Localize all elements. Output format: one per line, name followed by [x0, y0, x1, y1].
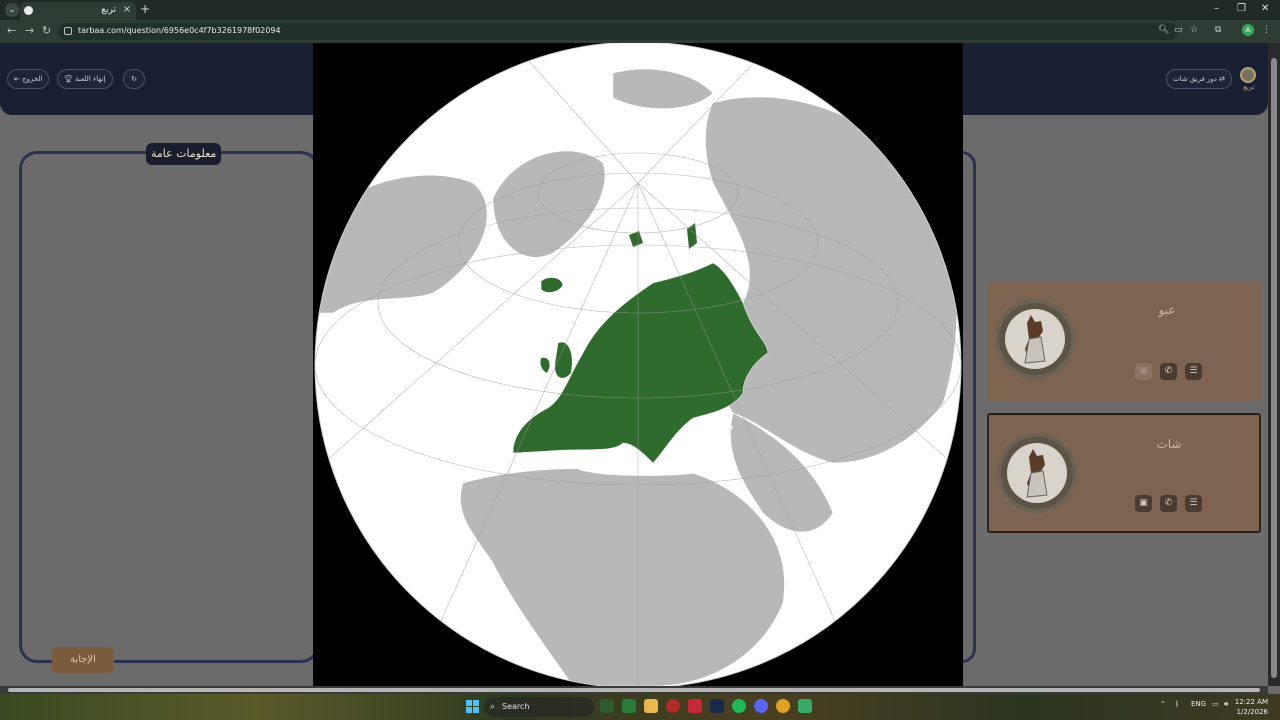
xbox-app-icon[interactable] — [622, 699, 636, 713]
tab-search-button[interactable]: ⌄ — [5, 3, 19, 17]
active-app-icon[interactable] — [798, 699, 812, 713]
opera-app-icon[interactable] — [666, 699, 680, 713]
exit-icon: ⇤ — [14, 75, 23, 83]
url-text: tarbaa.com/question/6956e0c4f7b3261978f0… — [78, 26, 281, 35]
phone-icon[interactable]: ✆ — [1160, 495, 1177, 512]
profile-avatar[interactable]: A — [1242, 24, 1254, 36]
search-label: Search — [502, 702, 530, 711]
bookmark-star-icon[interactable]: ☆ — [1190, 25, 1198, 35]
taskbar-search[interactable]: ⌕ Search — [484, 697, 594, 717]
clock-date: 1/2/2026 — [1236, 708, 1268, 716]
exit-label: الخروج — [22, 75, 43, 83]
horse-avatar-icon — [1007, 443, 1067, 503]
player-name: شات — [1156, 437, 1182, 451]
player-card: عبو ▣ ✆ ☰ — [987, 281, 1261, 401]
media-icon[interactable]: ▣ — [1135, 363, 1152, 380]
cast-icon[interactable]: ▭ — [1174, 25, 1183, 35]
vertical-scrollbar[interactable] — [1268, 43, 1280, 686]
browser-menu-icon[interactable]: ⋮ — [1262, 25, 1271, 35]
bluetooth-icon[interactable]: ᛒ — [1175, 700, 1179, 708]
restore-button[interactable]: ❐ — [1237, 3, 1246, 14]
exit-button[interactable]: ⇤ الخروج — [7, 69, 50, 89]
zoom-icon[interactable]: 🔍︎ — [1158, 25, 1169, 35]
refresh-icon: ↻ — [131, 75, 137, 83]
phone-icon[interactable]: ✆ — [1160, 363, 1177, 380]
url-field[interactable]: tarbaa.com/question/6956e0c4f7b3261978f0… — [58, 23, 1178, 40]
info-panel-label: معلومات عامة — [146, 143, 222, 165]
address-bar-row: ← → ↻ tarbaa.com/question/6956e0c4f7b326… — [0, 20, 1280, 43]
team-turn-button[interactable]: دور فريق شات ⇄ — [1166, 69, 1233, 89]
player-name: عبو — [1158, 303, 1176, 317]
logo-text: تربع — [1243, 83, 1255, 91]
volume-icon[interactable]: 🔊︎ — [1224, 700, 1228, 709]
media-icon[interactable]: ▣ — [1135, 495, 1152, 512]
reload-icon[interactable]: ↻ — [42, 24, 51, 37]
map-image-overlay[interactable] — [313, 43, 963, 686]
language-indicator[interactable]: ENG — [1191, 700, 1206, 708]
spotify-app-icon[interactable] — [732, 699, 746, 713]
steam-app-icon[interactable] — [710, 699, 724, 713]
horse-avatar-icon — [1005, 309, 1065, 369]
nvidia-app-icon[interactable] — [600, 699, 614, 713]
clock-time: 12:22 AM — [1234, 698, 1268, 706]
chrome-app-icon[interactable] — [776, 699, 790, 713]
horizontal-scrollbar-thumb[interactable] — [8, 688, 1260, 692]
scrollbar-thumb[interactable] — [1271, 58, 1277, 678]
europe-globe-map — [314, 43, 962, 686]
minimize-button[interactable]: – — [1214, 3, 1219, 14]
team-turn-label: دور فريق شات — [1173, 75, 1217, 83]
close-window-button[interactable]: ✕ — [1261, 3, 1269, 14]
avatar — [997, 433, 1077, 513]
shuffle-icon: ⇄ — [1216, 75, 1226, 83]
info-panel — [19, 151, 319, 663]
recorder-app-icon[interactable] — [688, 699, 702, 713]
end-game-button[interactable]: 🏆︎ إنهاء اللعبة — [57, 69, 113, 89]
player-card: شات ▣ ✆ ☰ — [987, 413, 1261, 533]
site-logo[interactable]: تربع — [1240, 67, 1258, 93]
game-page: ⇤ الخروج 🏆︎ إنهاء اللعبة ↻ دور فريق شات … — [0, 43, 1268, 686]
end-game-label: إنهاء اللعبة — [75, 75, 106, 83]
forward-icon[interactable]: → — [25, 24, 34, 37]
question-panel-border — [962, 151, 976, 663]
windows-start-icon[interactable] — [466, 700, 479, 713]
network-icon[interactable]: ▭ — [1212, 700, 1219, 708]
tab-favicon-icon — [24, 6, 33, 15]
refresh-button[interactable]: ↻ — [123, 69, 145, 89]
horizontal-scrollbar[interactable] — [0, 686, 1268, 694]
tab-title: تربع — [101, 5, 116, 15]
windows-taskbar: ⌕ Search ⌃ ᛒ ENG ▭ 🔊︎ 12:22 AM 1/2/2026 — [0, 694, 1280, 720]
taskbar-clock[interactable]: 12:22 AM 1/2/2026 — [1232, 697, 1268, 717]
tray-overflow-icon[interactable]: ⌃ — [1160, 700, 1166, 708]
file-explorer-icon[interactable] — [644, 699, 658, 713]
site-info-icon[interactable] — [64, 27, 72, 35]
extensions-icon[interactable]: ⧉ — [1215, 25, 1221, 35]
answer-button[interactable]: الإجابة — [52, 647, 114, 673]
search-icon: ⌕ — [490, 702, 496, 712]
browser-tabbar: ⌄ تربع × + – ❐ ✕ — [0, 0, 1280, 20]
browser-tab[interactable]: تربع × — [20, 2, 136, 20]
back-icon[interactable]: ← — [7, 24, 16, 37]
list-icon[interactable]: ☰ — [1185, 363, 1202, 380]
discord-app-icon[interactable] — [754, 699, 768, 713]
trophy-icon: 🏆︎ — [64, 75, 76, 83]
avatar — [995, 299, 1075, 379]
new-tab-button[interactable]: + — [140, 2, 150, 16]
list-icon[interactable]: ☰ — [1185, 495, 1202, 512]
tab-close-icon[interactable]: × — [123, 4, 131, 15]
logo-emblem-icon — [1240, 67, 1256, 83]
